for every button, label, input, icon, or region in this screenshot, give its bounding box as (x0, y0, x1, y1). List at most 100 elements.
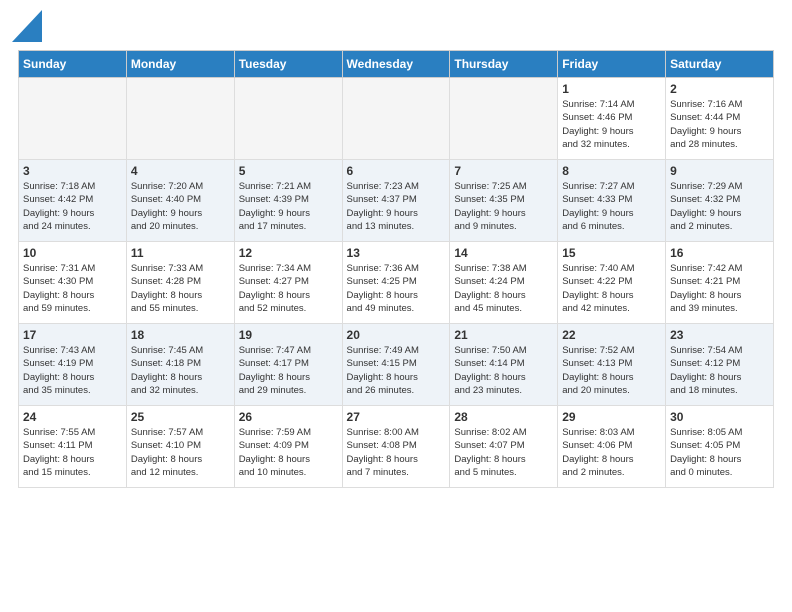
day-info: Sunrise: 7:31 AM Sunset: 4:30 PM Dayligh… (23, 262, 122, 315)
calendar-cell (234, 78, 342, 160)
day-number: 18 (131, 328, 230, 342)
day-info: Sunrise: 7:18 AM Sunset: 4:42 PM Dayligh… (23, 180, 122, 233)
calendar-cell: 17 Sunrise: 7:43 AM Sunset: 4:19 PM Dayli… (19, 324, 127, 406)
day-info: Sunrise: 7:49 AM Sunset: 4:15 PM Dayligh… (347, 344, 446, 397)
day-number: 9 (670, 164, 769, 178)
day-info: Sunrise: 7:16 AM Sunset: 4:44 PM Dayligh… (670, 98, 769, 151)
day-number: 19 (239, 328, 338, 342)
day-of-week-header: Friday (558, 51, 666, 78)
day-number: 2 (670, 82, 769, 96)
day-info: Sunrise: 7:45 AM Sunset: 4:18 PM Dayligh… (131, 344, 230, 397)
day-number: 13 (347, 246, 446, 260)
calendar-cell: 27 Sunrise: 8:00 AM Sunset: 4:08 PM Dayli… (342, 406, 450, 488)
day-info: Sunrise: 7:40 AM Sunset: 4:22 PM Dayligh… (562, 262, 661, 315)
calendar-cell: 20 Sunrise: 7:49 AM Sunset: 4:15 PM Dayli… (342, 324, 450, 406)
calendar-cell: 26 Sunrise: 7:59 AM Sunset: 4:09 PM Dayli… (234, 406, 342, 488)
calendar-cell: 29 Sunrise: 8:03 AM Sunset: 4:06 PM Dayli… (558, 406, 666, 488)
day-number: 20 (347, 328, 446, 342)
day-of-week-header: Sunday (19, 51, 127, 78)
calendar-cell: 11 Sunrise: 7:33 AM Sunset: 4:28 PM Dayli… (126, 242, 234, 324)
calendar-cell: 28 Sunrise: 8:02 AM Sunset: 4:07 PM Dayli… (450, 406, 558, 488)
day-number: 29 (562, 410, 661, 424)
calendar-cell: 1 Sunrise: 7:14 AM Sunset: 4:46 PM Daylig… (558, 78, 666, 160)
calendar-cell: 15 Sunrise: 7:40 AM Sunset: 4:22 PM Dayli… (558, 242, 666, 324)
day-info: Sunrise: 7:33 AM Sunset: 4:28 PM Dayligh… (131, 262, 230, 315)
day-info: Sunrise: 7:36 AM Sunset: 4:25 PM Dayligh… (347, 262, 446, 315)
day-info: Sunrise: 7:52 AM Sunset: 4:13 PM Dayligh… (562, 344, 661, 397)
day-number: 22 (562, 328, 661, 342)
day-of-week-header: Wednesday (342, 51, 450, 78)
calendar-cell: 19 Sunrise: 7:47 AM Sunset: 4:17 PM Dayli… (234, 324, 342, 406)
calendar-cell (450, 78, 558, 160)
day-info: Sunrise: 7:57 AM Sunset: 4:10 PM Dayligh… (131, 426, 230, 479)
day-number: 7 (454, 164, 553, 178)
day-number: 14 (454, 246, 553, 260)
day-info: Sunrise: 7:59 AM Sunset: 4:09 PM Dayligh… (239, 426, 338, 479)
day-number: 15 (562, 246, 661, 260)
day-number: 1 (562, 82, 661, 96)
calendar-cell: 25 Sunrise: 7:57 AM Sunset: 4:10 PM Dayli… (126, 406, 234, 488)
calendar-cell: 13 Sunrise: 7:36 AM Sunset: 4:25 PM Dayli… (342, 242, 450, 324)
day-info: Sunrise: 7:34 AM Sunset: 4:27 PM Dayligh… (239, 262, 338, 315)
calendar-cell: 23 Sunrise: 7:54 AM Sunset: 4:12 PM Dayli… (666, 324, 774, 406)
day-number: 28 (454, 410, 553, 424)
day-info: Sunrise: 7:43 AM Sunset: 4:19 PM Dayligh… (23, 344, 122, 397)
calendar-cell: 22 Sunrise: 7:52 AM Sunset: 4:13 PM Dayli… (558, 324, 666, 406)
day-number: 17 (23, 328, 122, 342)
day-info: Sunrise: 7:23 AM Sunset: 4:37 PM Dayligh… (347, 180, 446, 233)
day-info: Sunrise: 7:47 AM Sunset: 4:17 PM Dayligh… (239, 344, 338, 397)
calendar-cell: 8 Sunrise: 7:27 AM Sunset: 4:33 PM Daylig… (558, 160, 666, 242)
day-info: Sunrise: 8:03 AM Sunset: 4:06 PM Dayligh… (562, 426, 661, 479)
calendar-cell: 18 Sunrise: 7:45 AM Sunset: 4:18 PM Dayli… (126, 324, 234, 406)
day-number: 26 (239, 410, 338, 424)
calendar-cell: 14 Sunrise: 7:38 AM Sunset: 4:24 PM Dayli… (450, 242, 558, 324)
calendar-cell: 5 Sunrise: 7:21 AM Sunset: 4:39 PM Daylig… (234, 160, 342, 242)
day-number: 4 (131, 164, 230, 178)
day-number: 3 (23, 164, 122, 178)
day-info: Sunrise: 8:00 AM Sunset: 4:08 PM Dayligh… (347, 426, 446, 479)
calendar-cell: 9 Sunrise: 7:29 AM Sunset: 4:32 PM Daylig… (666, 160, 774, 242)
logo-icon (12, 10, 42, 42)
day-number: 30 (670, 410, 769, 424)
day-number: 12 (239, 246, 338, 260)
calendar-cell: 30 Sunrise: 8:05 AM Sunset: 4:05 PM Dayli… (666, 406, 774, 488)
calendar-table: SundayMondayTuesdayWednesdayThursdayFrid… (18, 50, 774, 488)
logo (10, 10, 42, 42)
day-number: 6 (347, 164, 446, 178)
day-info: Sunrise: 7:21 AM Sunset: 4:39 PM Dayligh… (239, 180, 338, 233)
calendar-cell: 16 Sunrise: 7:42 AM Sunset: 4:21 PM Dayli… (666, 242, 774, 324)
day-of-week-header: Tuesday (234, 51, 342, 78)
day-of-week-header: Thursday (450, 51, 558, 78)
calendar-cell (19, 78, 127, 160)
day-info: Sunrise: 7:27 AM Sunset: 4:33 PM Dayligh… (562, 180, 661, 233)
day-info: Sunrise: 7:42 AM Sunset: 4:21 PM Dayligh… (670, 262, 769, 315)
calendar-cell: 24Sunrise: 7:55 AM Sunset: 4:11 PM Dayli… (19, 406, 127, 488)
day-info: Sunrise: 7:20 AM Sunset: 4:40 PM Dayligh… (131, 180, 230, 233)
day-info: Sunrise: 8:02 AM Sunset: 4:07 PM Dayligh… (454, 426, 553, 479)
day-number: 16 (670, 246, 769, 260)
calendar-cell: 3 Sunrise: 7:18 AM Sunset: 4:42 PM Daylig… (19, 160, 127, 242)
calendar-cell: 4 Sunrise: 7:20 AM Sunset: 4:40 PM Daylig… (126, 160, 234, 242)
day-number: 23 (670, 328, 769, 342)
day-number: 8 (562, 164, 661, 178)
calendar-cell: 7 Sunrise: 7:25 AM Sunset: 4:35 PM Daylig… (450, 160, 558, 242)
day-info: Sunrise: 7:50 AM Sunset: 4:14 PM Dayligh… (454, 344, 553, 397)
calendar-cell: 6 Sunrise: 7:23 AM Sunset: 4:37 PM Daylig… (342, 160, 450, 242)
calendar-cell (342, 78, 450, 160)
day-number: 5 (239, 164, 338, 178)
calendar-cell: 10Sunrise: 7:31 AM Sunset: 4:30 PM Dayli… (19, 242, 127, 324)
day-of-week-header: Saturday (666, 51, 774, 78)
day-number: 25 (131, 410, 230, 424)
day-info: Sunrise: 7:38 AM Sunset: 4:24 PM Dayligh… (454, 262, 553, 315)
day-info: Sunrise: 7:14 AM Sunset: 4:46 PM Dayligh… (562, 98, 661, 151)
calendar-cell (126, 78, 234, 160)
day-of-week-header: Monday (126, 51, 234, 78)
day-info: Sunrise: 8:05 AM Sunset: 4:05 PM Dayligh… (670, 426, 769, 479)
day-number: 11 (131, 246, 230, 260)
day-info: Sunrise: 7:29 AM Sunset: 4:32 PM Dayligh… (670, 180, 769, 233)
day-info: Sunrise: 7:54 AM Sunset: 4:12 PM Dayligh… (670, 344, 769, 397)
day-info: Sunrise: 7:25 AM Sunset: 4:35 PM Dayligh… (454, 180, 553, 233)
day-number: 24 (23, 410, 122, 424)
calendar-cell: 12 Sunrise: 7:34 AM Sunset: 4:27 PM Dayli… (234, 242, 342, 324)
day-number: 27 (347, 410, 446, 424)
